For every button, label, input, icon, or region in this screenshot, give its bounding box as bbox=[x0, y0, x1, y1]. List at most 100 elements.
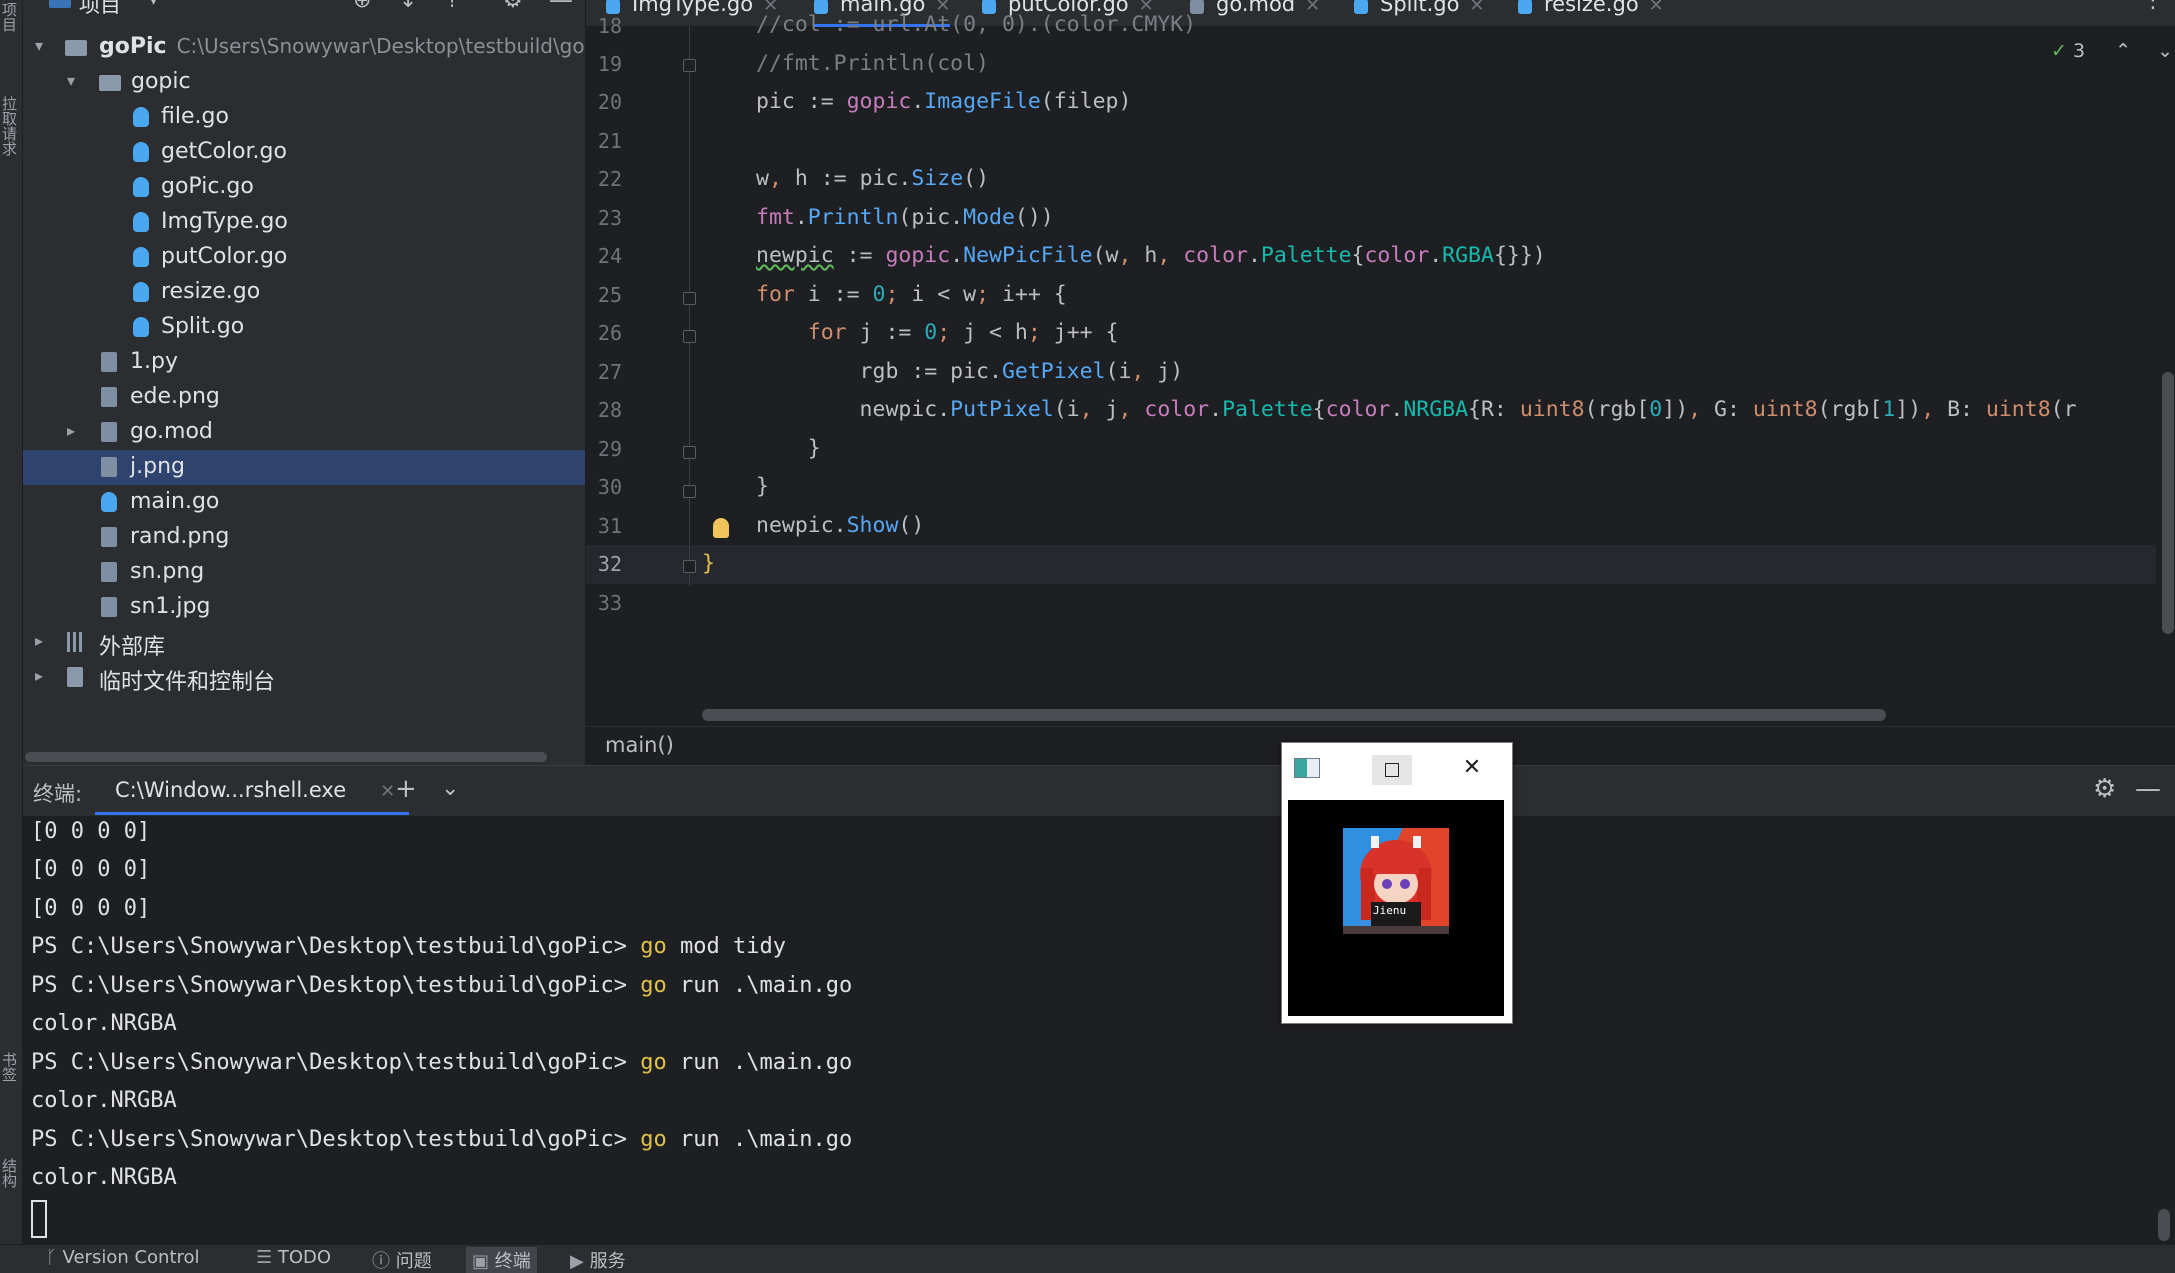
code-line[interactable]: for i := 0; i < w; i++ { bbox=[756, 282, 1067, 307]
hide-panel-icon[interactable]: — bbox=[2135, 774, 2161, 804]
breadcrumb-function[interactable]: main() bbox=[605, 733, 674, 757]
bottom-item-version-control[interactable]: ᚴ Version Control bbox=[46, 1247, 200, 1268]
tab-label: ImgType.go bbox=[632, 0, 754, 16]
tree-file-row[interactable]: goPic.go bbox=[23, 170, 585, 205]
tree-root-gopic[interactable]: ▾ goPic C:\Users\Snowywar\Desktop\testbui… bbox=[23, 30, 585, 65]
code-line[interactable]: for j := 0; j < h; j++ { bbox=[756, 320, 1119, 345]
tree-file-row[interactable]: ede.png bbox=[23, 380, 585, 415]
locate-icon[interactable]: ⊕ bbox=[353, 0, 371, 13]
bottom-item-services[interactable]: ▶ 服务 bbox=[570, 1247, 626, 1273]
code-line[interactable]: //col := url.At(0, 0).(color.CMYK) bbox=[756, 12, 1196, 37]
current-line-highlight bbox=[586, 545, 2156, 584]
tree-file-row[interactable]: 1.py bbox=[23, 345, 585, 380]
chevron-down-icon[interactable]: ⌄ bbox=[2157, 40, 2173, 62]
code-line[interactable]: } bbox=[702, 551, 715, 576]
fold-marker-icon[interactable] bbox=[683, 560, 696, 573]
bottom-item-terminal[interactable]: ▣ 终端 bbox=[466, 1247, 537, 1273]
stripe-bookmarks-label[interactable]: 书签 bbox=[0, 1052, 20, 1082]
settings-gear-icon[interactable]: ⚙ bbox=[503, 0, 523, 13]
tree-file-row[interactable]: Split.go bbox=[23, 310, 585, 345]
tree-file-row[interactable]: sn.png bbox=[23, 555, 585, 590]
tree-file-row[interactable]: ▸ go.mod bbox=[23, 415, 585, 450]
code-line[interactable]: //fmt.Println(col) bbox=[756, 51, 989, 76]
stripe-project-label[interactable]: 项目 bbox=[0, 2, 20, 32]
image-viewer-window[interactable]: ✕ Jienu bbox=[1281, 742, 1513, 1024]
code-line[interactable]: newpic := gopic.NewPicFile(w, h, color.P… bbox=[756, 243, 1546, 268]
tree-folder-gopic[interactable]: ▾ gopic bbox=[23, 65, 585, 100]
code-line[interactable]: } bbox=[756, 474, 769, 499]
add-terminal-icon[interactable]: + bbox=[395, 774, 417, 804]
tree-file-label: file.go bbox=[161, 104, 229, 129]
stripe-pull-requests-label[interactable]: 拉取请求 bbox=[0, 96, 20, 206]
bottom-item-problems[interactable]: ⓘ 问题 bbox=[372, 1247, 432, 1273]
terminal-scrollbar[interactable] bbox=[2158, 1209, 2170, 1241]
chevron-down-icon[interactable]: ▾ bbox=[35, 36, 43, 55]
fold-marker-icon[interactable] bbox=[683, 59, 696, 72]
code-editor[interactable]: ImgType.go ✕ main.go ✕ putColor.go ✕ go.mod… bbox=[586, 0, 2175, 765]
project-horizontal-scrollbar[interactable] bbox=[25, 752, 547, 762]
expand-all-icon[interactable]: ⇣ bbox=[399, 0, 417, 13]
tree-scratches[interactable]: ▸ 临时文件和控制台 bbox=[23, 660, 585, 695]
project-header-title[interactable]: 项目 bbox=[79, 0, 121, 19]
tab-resize[interactable]: resize.go ✕ bbox=[1518, 0, 1664, 24]
editor-horizontal-scrollbar[interactable] bbox=[702, 709, 1886, 721]
maximize-button[interactable] bbox=[1372, 755, 1412, 785]
tree-file-row-selected[interactable]: j.png bbox=[23, 450, 585, 485]
tab-gomod[interactable]: go.mod ✕ bbox=[1190, 0, 1320, 24]
stripe-structure-label[interactable]: 结构 bbox=[0, 1158, 20, 1188]
chevron-right-icon[interactable]: ▸ bbox=[67, 421, 75, 440]
tree-external-libraries[interactable]: ▸ 外部库 bbox=[23, 625, 585, 660]
hide-panel-icon[interactable]: — bbox=[549, 0, 573, 14]
tree-file-row[interactable]: file.go bbox=[23, 100, 585, 135]
chevron-down-icon[interactable]: ▾ bbox=[67, 71, 75, 90]
terminal-line: color.NRGBA bbox=[31, 1011, 177, 1036]
go-file-icon bbox=[101, 492, 117, 512]
view-dropdown-icon[interactable]: ▾ bbox=[149, 0, 158, 10]
tree-file-row[interactable]: putColor.go bbox=[23, 240, 585, 275]
editor-vertical-scrollbar[interactable] bbox=[2162, 372, 2174, 634]
close-icon[interactable]: ✕ bbox=[1305, 0, 1320, 16]
lightbulb-icon[interactable] bbox=[713, 518, 729, 538]
settings-gear-icon[interactable]: ⚙ bbox=[2093, 774, 2116, 804]
chevron-down-icon[interactable]: ⌄ bbox=[441, 776, 459, 801]
tab-imgtype[interactable]: ImgType.go ✕ bbox=[606, 0, 778, 24]
chevron-right-icon[interactable]: ▸ bbox=[35, 631, 43, 650]
code-line[interactable]: pic := gopic.ImageFile(filep) bbox=[756, 89, 1131, 114]
close-icon[interactable]: ✕ bbox=[1469, 0, 1484, 16]
code-line[interactable]: newpic.Show() bbox=[756, 513, 924, 538]
image-file-icon bbox=[101, 562, 117, 582]
collapse-all-icon[interactable]: ⇡ bbox=[443, 0, 461, 13]
line-number: 25 bbox=[597, 283, 622, 307]
anime-character-image: Jienu bbox=[1343, 828, 1449, 934]
terminal-tab-label: C:\Window...rshell.exe bbox=[115, 778, 347, 802]
fold-marker-icon[interactable] bbox=[683, 485, 696, 498]
line-number: 31 bbox=[597, 514, 622, 538]
chevron-up-icon[interactable]: ⌃ bbox=[2115, 40, 2131, 62]
tree-file-row[interactable]: sn1.jpg bbox=[23, 590, 585, 625]
fold-marker-icon[interactable] bbox=[683, 330, 696, 343]
folder-icon bbox=[65, 40, 87, 56]
code-line[interactable]: } bbox=[756, 436, 821, 461]
close-icon[interactable]: ✕ bbox=[1649, 0, 1664, 16]
close-icon[interactable]: ✕ bbox=[380, 781, 395, 802]
terminal-panel[interactable]: 终端: C:\Window...rshell.exe ✕ + ⌄ ⚙ — [0 0… bbox=[23, 765, 2175, 1245]
more-tabs-icon[interactable]: ⋮ bbox=[2142, 0, 2164, 13]
code-line[interactable]: rgb := pic.GetPixel(i, j) bbox=[756, 359, 1184, 384]
tree-file-row[interactable]: resize.go bbox=[23, 275, 585, 310]
tree-file-row[interactable]: getColor.go bbox=[23, 135, 585, 170]
tab-split[interactable]: Split.go ✕ bbox=[1354, 0, 1485, 24]
code-line[interactable]: fmt.Println(pic.Mode()) bbox=[756, 205, 1054, 230]
tree-file-row[interactable]: rand.png bbox=[23, 520, 585, 555]
close-button[interactable]: ✕ bbox=[1452, 751, 1492, 785]
code-line[interactable]: w, h := pic.Size() bbox=[756, 166, 989, 191]
code-line[interactable]: newpic.PutPixel(i, j, color.Palette{colo… bbox=[756, 397, 2077, 422]
terminal-tab[interactable]: C:\Window...rshell.exe ✕ bbox=[95, 766, 410, 815]
tree-file-row[interactable]: main.go bbox=[23, 485, 585, 520]
fold-marker-icon[interactable] bbox=[683, 446, 696, 459]
inspection-widget[interactable]: ✓ 3 ⌃ ⌄ bbox=[2051, 40, 2173, 62]
tree-file-row[interactable]: ImgType.go bbox=[23, 205, 585, 240]
fold-marker-icon[interactable] bbox=[683, 292, 696, 305]
window-title-bar[interactable]: ✕ bbox=[1282, 743, 1512, 799]
chevron-right-icon[interactable]: ▸ bbox=[35, 666, 43, 685]
bottom-item-todo[interactable]: ☰ TODO bbox=[256, 1247, 331, 1268]
